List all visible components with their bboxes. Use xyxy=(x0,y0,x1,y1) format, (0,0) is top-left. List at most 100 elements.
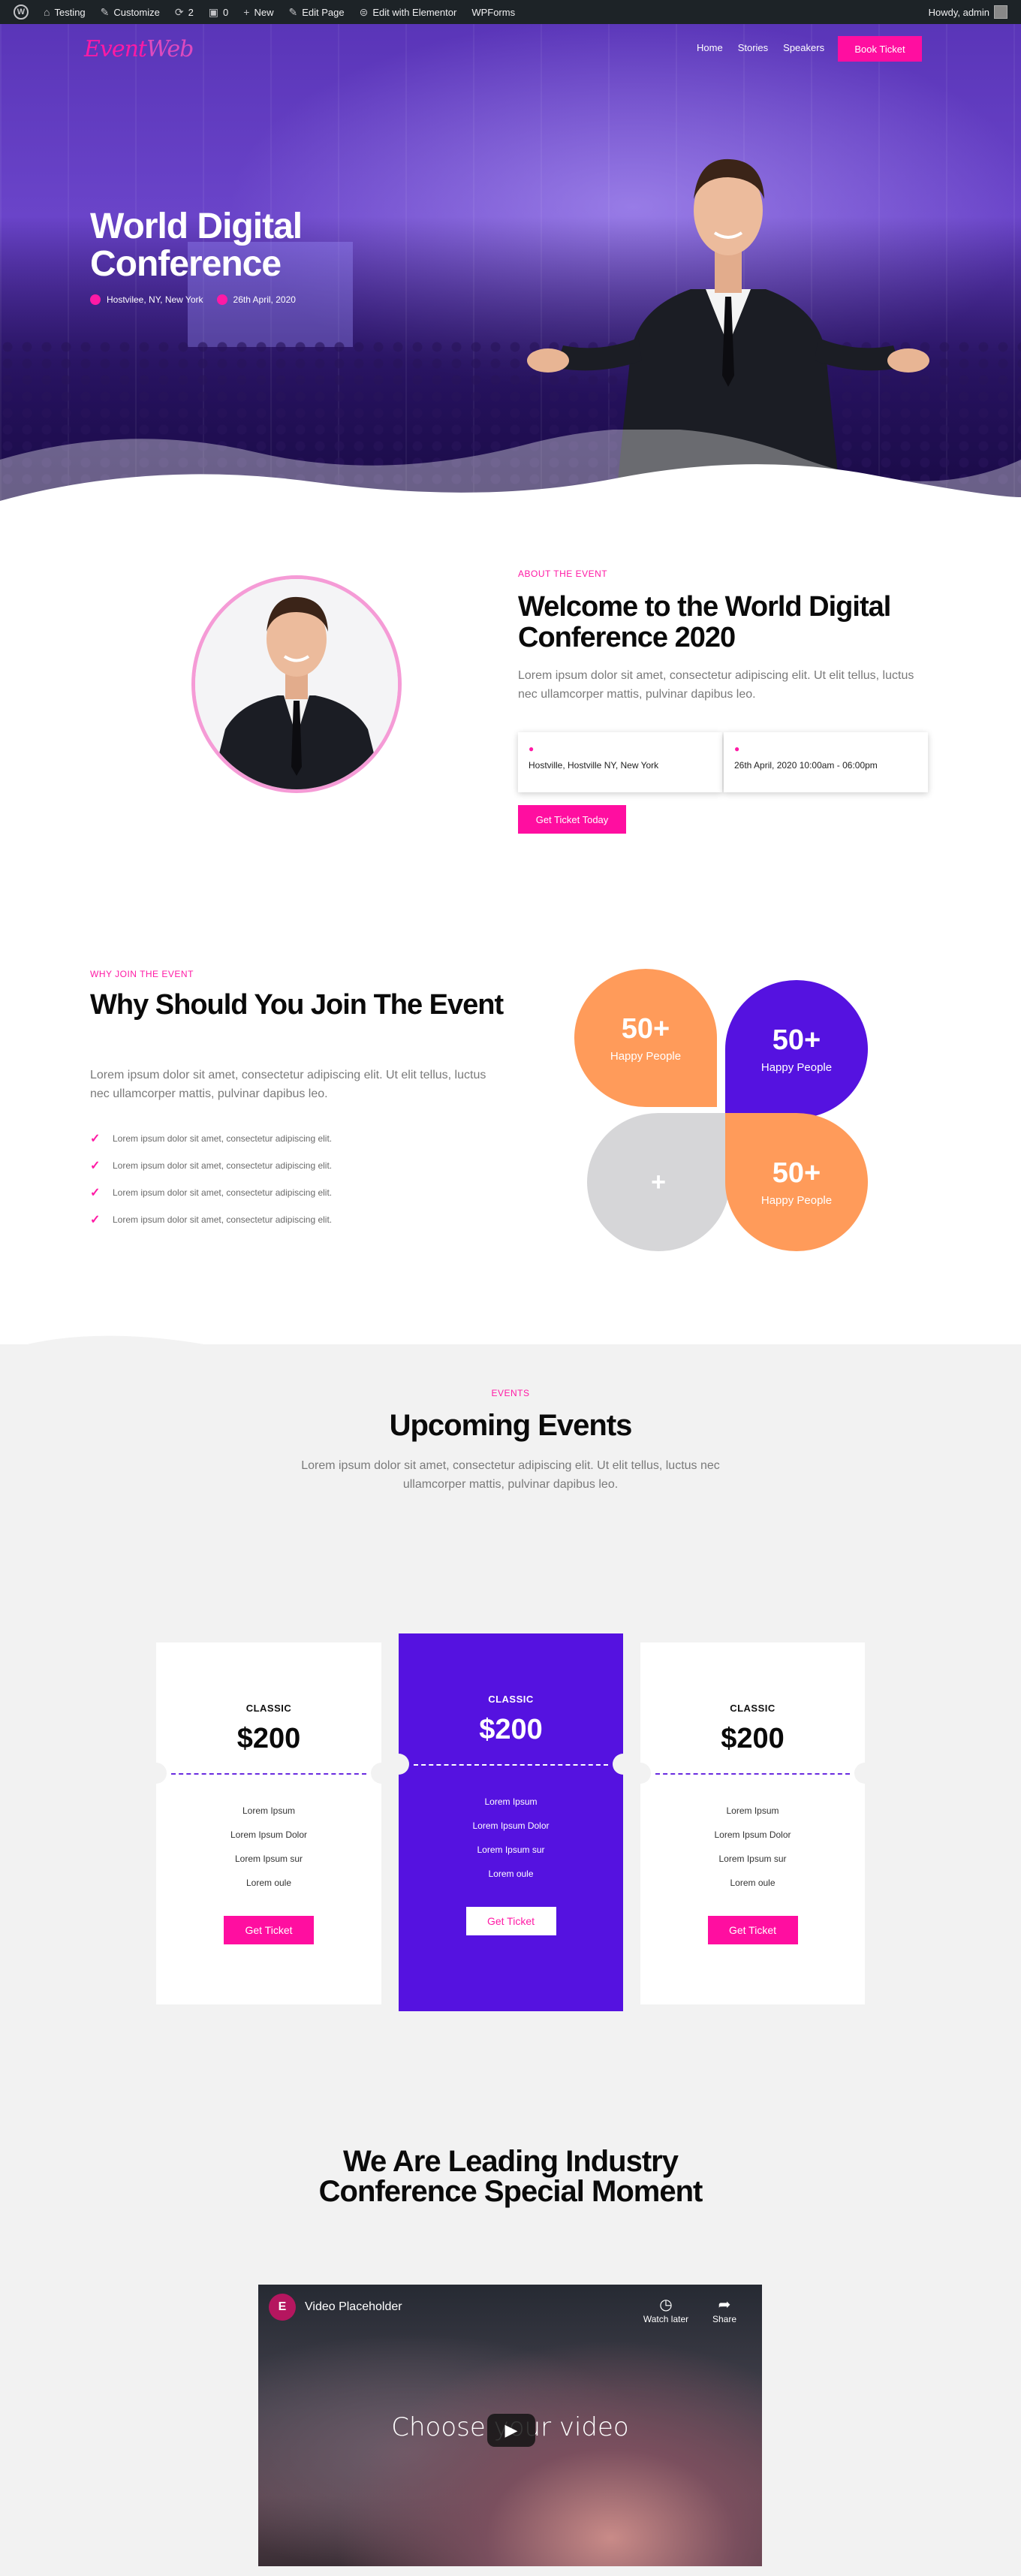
why-text: Lorem ipsum dolor sit amet, consectetur … xyxy=(90,1069,486,1100)
share-button[interactable]: ➦ Share xyxy=(698,2295,751,2324)
share-icon: ➦ xyxy=(718,2297,731,2313)
events-eyebrow: EVENTS xyxy=(491,1388,530,1398)
stat-number: + xyxy=(651,1167,666,1196)
get-ticket-button[interactable]: Get Ticket xyxy=(465,1907,556,1935)
list-item: ✓ Lorem ipsum dolor sit amet, consectetur… xyxy=(90,1214,333,1226)
about-text: Lorem ipsum dolor sit amet, consectetur … xyxy=(518,669,914,701)
get-ticket-today-button[interactable]: Get Ticket Today xyxy=(518,805,626,834)
customize-link[interactable]: ✎ Customize xyxy=(93,0,167,24)
stat-number: 50+ xyxy=(772,1157,821,1189)
updates-link[interactable]: ⟳ 2 xyxy=(167,0,201,24)
about-title: Welcome to the World Digital Conference … xyxy=(518,591,891,654)
clock-icon xyxy=(216,294,227,305)
get-ticket-button[interactable]: Get Ticket xyxy=(224,1916,314,1944)
why-title: Why Should You Join The Event xyxy=(90,989,504,1021)
book-ticket-button[interactable]: Book Ticket xyxy=(838,36,922,62)
pricing-features: Lorem Ipsum Lorem Ipsum Dolor Lorem Ipsu… xyxy=(640,1799,865,1895)
nav-link-stories[interactable]: Stories xyxy=(738,42,768,53)
about-eyebrow: ABOUT THE EVENT xyxy=(518,569,608,579)
video-embed[interactable]: E Video Placeholder ◷ Watch later ➦ Shar… xyxy=(258,2285,762,2566)
pencil-icon: ✎ xyxy=(288,5,298,18)
get-ticket-button[interactable]: Get Ticket xyxy=(707,1916,798,1944)
card-location-text: Hostville, Hostville NY, New York xyxy=(529,760,659,771)
about-speaker-photo xyxy=(191,575,402,793)
stat-label: Happy People xyxy=(760,1061,833,1074)
pricing-price: $200 xyxy=(236,1723,301,1754)
list-item: Lorem oule xyxy=(245,1878,292,1888)
pricing-features: Lorem Ipsum Lorem Ipsum Dolor Lorem Ipsu… xyxy=(399,1790,623,1886)
pricing-card-featured: CLASSIC $200 Lorem Ipsum Lorem Ipsum Dol… xyxy=(388,1633,634,2011)
date-card: ● 26th April, 2020 10:00am - 06:00pm xyxy=(724,732,928,792)
why-eyebrow: WHY JOIN THE EVENT xyxy=(90,969,194,979)
pricing-divider xyxy=(414,1764,608,1766)
pricing-price: $200 xyxy=(479,1714,543,1745)
hero-title: World Digital Conference xyxy=(90,207,303,285)
stat-label: Happy People xyxy=(760,1194,833,1207)
plus-icon: + xyxy=(243,6,250,18)
nav-link-speakers[interactable]: Speakers xyxy=(783,42,824,53)
events-text: Lorem ipsum dolor sit amet, consectetur … xyxy=(301,1459,720,1491)
check-icon: ✓ xyxy=(90,1160,101,1172)
ticket-notch xyxy=(854,1763,875,1784)
updates-icon: ⟳ xyxy=(174,5,184,18)
hero-date: 26th April, 2020 xyxy=(233,294,296,305)
list-item: Lorem Ipsum xyxy=(726,1805,779,1816)
ticket-notch xyxy=(146,1763,167,1784)
list-item: Lorem Ipsum xyxy=(242,1805,296,1816)
watch-later-button[interactable]: ◷ Watch later xyxy=(640,2295,692,2324)
stat-petal: 50+ Happy People xyxy=(725,1113,868,1251)
moment-title: We Are Leading Industry Conference Speci… xyxy=(318,2145,703,2208)
hero-meta: Hostvilee, NY, New York 26th April, 2020 xyxy=(90,294,296,305)
hero-location: Hostvilee, NY, New York xyxy=(107,294,203,305)
list-item: Lorem Ipsum Dolor xyxy=(472,1820,550,1831)
pricing-features: Lorem Ipsum Lorem Ipsum Dolor Lorem Ipsu… xyxy=(156,1799,381,1895)
list-item: ✓ Lorem ipsum dolor sit amet, consectetur… xyxy=(90,1133,333,1145)
play-button[interactable]: ▶ xyxy=(487,2414,535,2447)
site-logo[interactable]: EventWeb xyxy=(84,36,194,62)
pricing-tier: CLASSIC xyxy=(488,1694,534,1705)
location-card: ● Hostville, Hostville NY, New York xyxy=(518,732,722,792)
stat-petal: 50+ Happy People xyxy=(725,980,868,1118)
list-item: Lorem Ipsum Dolor xyxy=(714,1829,791,1840)
clock-icon: ◷ xyxy=(659,2297,673,2313)
hero-section: EventWeb Home Stories Speakers Book Tick… xyxy=(0,24,1021,505)
video-title: Video Placeholder xyxy=(305,2300,402,2313)
edit-elementor-link[interactable]: ⊜ Edit with Elementor xyxy=(352,0,465,24)
list-item: Lorem Ipsum Dolor xyxy=(230,1829,308,1840)
location-pin-icon xyxy=(90,294,101,305)
wp-logo-menu[interactable]: W xyxy=(6,0,36,24)
home-icon: ⌂ xyxy=(44,6,50,18)
wp-admin-bar: W ⌂ Testing ✎ Customize ⟳ 2 ▣ 0 + New ✎ Edit P… xyxy=(0,0,1021,24)
check-icon: ✓ xyxy=(90,1133,101,1145)
new-content-link[interactable]: + New xyxy=(236,0,281,24)
nav-link-home[interactable]: Home xyxy=(697,42,723,53)
pricing-tier: CLASSIC xyxy=(245,1703,292,1714)
events-title: Upcoming Events xyxy=(389,1409,633,1442)
elementor-logo-icon: E xyxy=(269,2294,296,2321)
main-nav: EventWeb Home Stories Speakers Book Tick… xyxy=(0,35,1021,65)
wordpress-icon: W xyxy=(14,5,29,20)
list-item: Lorem Ipsum xyxy=(484,1796,538,1807)
hero-wave-divider xyxy=(0,430,1021,505)
check-icon: ✓ xyxy=(90,1214,101,1226)
list-item: Lorem Ipsum sur xyxy=(234,1854,303,1864)
stat-petal: 50+ Happy People xyxy=(574,969,717,1107)
card-date-text: 26th April, 2020 10:00am - 06:00pm xyxy=(734,760,878,771)
clock-icon: ● xyxy=(734,744,740,754)
nav-links: Home Stories Speakers xyxy=(697,42,824,53)
my-account-link[interactable]: Howdy, admin xyxy=(921,0,1015,24)
wpforms-link[interactable]: WPForms xyxy=(464,0,523,24)
list-item: Lorem Ipsum sur xyxy=(477,1845,545,1855)
pricing-card: CLASSIC $200 Lorem Ipsum Lorem Ipsum Dol… xyxy=(146,1642,392,2004)
stat-number: 50+ xyxy=(772,1024,821,1056)
pricing-divider xyxy=(655,1773,850,1775)
play-icon: ▶ xyxy=(504,2421,518,2439)
stat-number: 50+ xyxy=(621,1013,670,1045)
ticket-notch xyxy=(630,1763,651,1784)
brush-icon: ✎ xyxy=(100,5,110,18)
site-name-link[interactable]: ⌂ Testing xyxy=(36,0,93,24)
comments-link[interactable]: ▣ 0 xyxy=(201,0,236,24)
comment-icon: ▣ xyxy=(208,5,219,18)
stat-label: Happy People xyxy=(610,1050,682,1063)
edit-page-link[interactable]: ✎ Edit Page xyxy=(281,0,351,24)
